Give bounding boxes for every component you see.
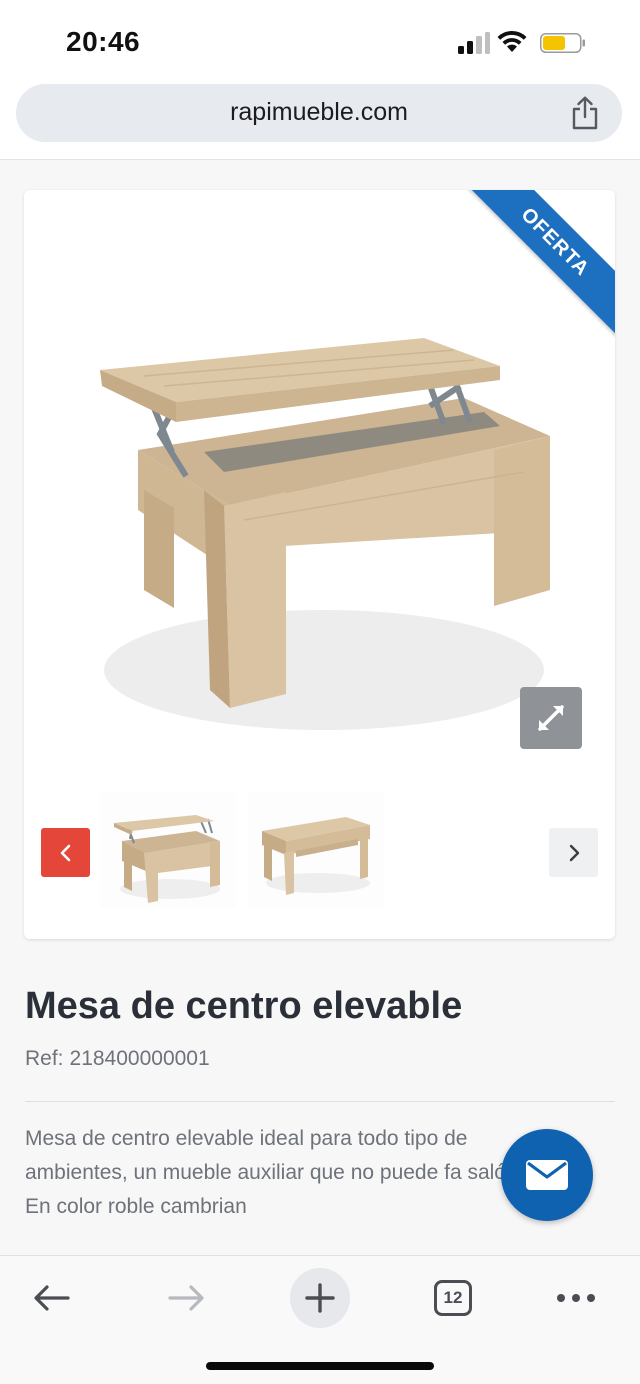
gallery-prev-button[interactable] xyxy=(41,828,90,877)
signal-icon xyxy=(458,32,490,54)
fullscreen-button[interactable] xyxy=(520,687,582,749)
gallery-next-button[interactable] xyxy=(549,828,598,877)
address-bar[interactable]: rapimueble.com xyxy=(16,84,622,142)
home-indicator[interactable] xyxy=(206,1362,434,1370)
tabs-button[interactable]: 12 xyxy=(423,1268,483,1328)
thumbnail-lift-top-closed[interactable] xyxy=(248,793,384,907)
wifi-icon xyxy=(497,30,527,52)
status-time: 20:46 xyxy=(66,26,141,57)
tabs-icon: 12 xyxy=(434,1280,472,1316)
divider xyxy=(25,1101,615,1102)
product-title: Mesa de centro elevable xyxy=(25,985,463,1027)
url-text[interactable]: rapimueble.com xyxy=(16,98,622,127)
status-bar: 20:46 xyxy=(0,0,640,84)
forward-arrow-icon xyxy=(168,1285,204,1311)
chevron-right-icon xyxy=(569,844,579,861)
back-button[interactable] xyxy=(22,1268,82,1328)
forward-button[interactable] xyxy=(156,1268,216,1328)
new-tab-button[interactable] xyxy=(290,1268,350,1328)
more-icon xyxy=(557,1294,595,1302)
expand-icon xyxy=(538,705,564,731)
browser-address-area: rapimueble.com xyxy=(0,84,640,160)
back-arrow-icon xyxy=(34,1285,70,1311)
more-button[interactable] xyxy=(546,1268,606,1328)
ref-label: Ref: xyxy=(25,1047,64,1070)
chevron-left-icon xyxy=(60,844,70,861)
product-reference: Ref: 218400000001 xyxy=(25,1047,210,1071)
thumbnail-lift-top-open[interactable] xyxy=(100,793,236,907)
ref-value: 218400000001 xyxy=(69,1047,210,1070)
battery-icon xyxy=(540,33,585,53)
plus-icon xyxy=(305,1283,335,1313)
product-description: Mesa de centro elevable ideal para todo … xyxy=(25,1127,524,1218)
product-gallery-card: OFERTA xyxy=(24,190,615,939)
mail-icon xyxy=(526,1160,568,1190)
share-icon[interactable] xyxy=(570,96,600,130)
contact-mail-button[interactable] xyxy=(501,1129,593,1221)
